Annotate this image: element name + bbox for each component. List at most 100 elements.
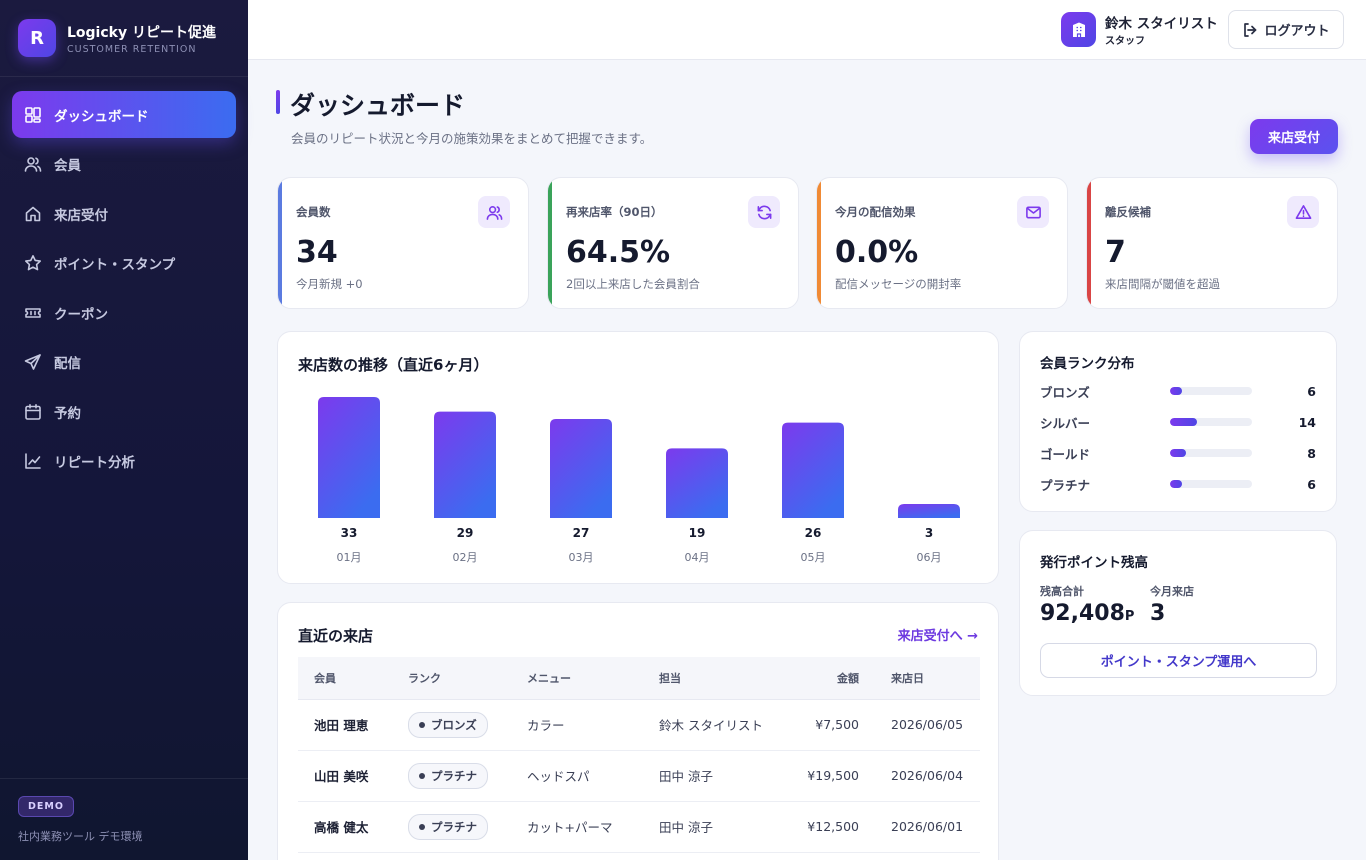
stat-value: 64.5% <box>566 235 671 270</box>
stat-label: 再来店率（90日） <box>566 205 663 219</box>
amount: ¥12,500 <box>783 801 875 853</box>
rank-name: シルバー <box>1040 415 1091 431</box>
balance-label: 残高合計 <box>1040 585 1084 598</box>
sidebar-item-dashboard[interactable]: ダッシュボード <box>12 91 236 138</box>
rank-bar-fill <box>1170 480 1182 488</box>
refresh-icon <box>748 196 780 228</box>
recent-visits-title: 直近の来店 <box>298 627 374 645</box>
x-tick-label: 05月 <box>801 551 826 564</box>
building-icon <box>1072 22 1085 37</box>
home-icon <box>24 205 42 223</box>
table-row[interactable]: 池田 理恵 ブロンズ カラー 鈴木 スタイリスト ¥7,500 2026/06/… <box>298 699 980 751</box>
x-tick-label: 01月 <box>337 551 362 564</box>
checkin-button[interactable]: 来店受付 <box>1250 119 1338 154</box>
sidebar-item-delivery[interactable]: 配信 <box>12 339 236 386</box>
avatar <box>1061 12 1096 47</box>
users-icon <box>24 155 42 173</box>
amount: ¥7,500 <box>783 699 875 751</box>
x-tick-label: 03月 <box>569 551 594 564</box>
rank-bar <box>1170 449 1252 457</box>
column-header: 会員 <box>298 657 392 700</box>
sidebar-item-analytics[interactable]: リピート分析 <box>12 438 236 485</box>
balance-unit: P <box>1124 609 1135 624</box>
column-header: ランク <box>392 657 511 700</box>
sidebar-item-label: 来店受付 <box>54 207 108 224</box>
bar-value-label: 29 <box>457 526 474 540</box>
x-tick-label: 02月 <box>453 551 478 564</box>
menu: ヘッドスパ <box>511 750 643 802</box>
stat-value: 7 <box>1105 235 1126 270</box>
stat-card-churn-risk: 離反候補 7 来店間隔が閾値を超過 <box>1086 177 1338 309</box>
demo-text: 社内業務ツール デモ環境 <box>18 830 143 843</box>
bar-value-label: 3 <box>925 526 933 540</box>
sidebar-item-reservations[interactable]: 予約 <box>12 388 236 435</box>
bar-value-label: 26 <box>805 526 822 540</box>
brand[interactable]: R Logicky リピート促進 CUSTOMER RETENTION <box>0 0 248 77</box>
amount: ¥19,500 <box>783 750 875 802</box>
logout-button[interactable]: ログアウト <box>1228 10 1344 49</box>
rank-count: 8 <box>1307 445 1316 461</box>
brand-name: Logicky リピート促進 <box>67 24 216 41</box>
menu: カット+パーマ <box>511 801 643 853</box>
table-row[interactable]: 高橋 健太 プラチナ カット+パーマ 田中 涼子 ¥12,500 2026/06… <box>298 801 980 853</box>
points-title: 発行ポイント残高 <box>1040 555 1148 571</box>
sidebar-footer: DEMO 社内業務ツール デモ環境 <box>0 778 248 860</box>
column-header: 担当 <box>643 657 783 700</box>
user-menu[interactable]: 鈴木 スタイリスト スタッフ <box>1061 12 1218 47</box>
rank-distribution-panel: 会員ランク分布 ブロンズ 6 シルバー 14 ゴールド 8 プラチナ 6 <box>1019 331 1337 512</box>
rank-bar-fill <box>1170 449 1186 457</box>
sidebar-item-label: 会員 <box>54 158 81 174</box>
rank-bar-fill <box>1170 387 1182 395</box>
member-name: 山田 美咲 <box>298 750 392 802</box>
stat-label: 会員数 <box>296 205 331 219</box>
menu: カラー <box>511 699 643 751</box>
points-operation-button[interactable]: ポイント・スタンプ運用へ <box>1040 643 1317 678</box>
stat-label: 離反候補 <box>1105 205 1151 219</box>
stat-sub: 来店間隔が閾値を超過 <box>1105 277 1220 291</box>
rank-row-bronze: ブロンズ 6 <box>1040 381 1316 401</box>
member-name: 池田 理恵 <box>298 699 392 751</box>
sidebar-nav: ダッシュボード 会員 来店受付 ポイント・スタンプ クーポン 配信 予約 リピー… <box>0 77 248 501</box>
sidebar-item-coupons[interactable]: クーポン <box>12 289 236 336</box>
stat-sub: 配信メッセージの開封率 <box>835 277 962 291</box>
visit-date: 2026/06/04 <box>875 750 980 802</box>
bar-05月 <box>782 422 844 518</box>
ticket-icon <box>24 304 42 322</box>
sidebar-item-checkin[interactable]: 来店受付 <box>12 190 236 237</box>
visit-date: 2026/06/01 <box>875 801 980 853</box>
star-icon <box>24 254 42 272</box>
stat-card-return-rate: 再来店率（90日） 64.5% 2回以上来店した会員割合 <box>547 177 799 309</box>
rank-bar <box>1170 480 1252 488</box>
x-tick-label: 04月 <box>685 551 710 564</box>
sidebar-item-label: 配信 <box>54 356 81 372</box>
rank-name: ゴールド <box>1040 446 1091 462</box>
rank-row-silver: シルバー 14 <box>1040 412 1316 432</box>
sidebar-item-members[interactable]: 会員 <box>12 141 236 188</box>
rank-count: 6 <box>1307 476 1316 492</box>
bar-value-label: 27 <box>573 526 590 540</box>
table-row[interactable]: 山田 美咲 プラチナ ヘッドスパ 田中 涼子 ¥19,500 2026/06/0… <box>298 750 980 802</box>
month-visits-value: 3 <box>1150 601 1166 626</box>
chart-line-icon <box>24 452 42 470</box>
sidebar-item-points[interactable]: ポイント・スタンプ <box>12 240 236 287</box>
visit-date: 2026/06/05 <box>875 699 980 751</box>
sidebar-item-label: クーポン <box>54 306 108 323</box>
rank-bar <box>1170 387 1252 395</box>
checkin-link[interactable]: 来店受付へ → <box>898 625 978 644</box>
page-title: ダッシュボード <box>290 91 466 120</box>
column-header: メニュー <box>511 657 643 700</box>
bar-02月 <box>434 411 496 518</box>
sidebar-item-label: ポイント・スタンプ <box>54 257 176 273</box>
bar-01月 <box>318 397 380 518</box>
column-header: 来店日 <box>875 657 980 700</box>
stat-card-delivery-effect: 今月の配信効果 0.0% 配信メッセージの開封率 <box>816 177 1068 309</box>
rank-title: 会員ランク分布 <box>1040 356 1135 372</box>
stat-value: 0.0% <box>835 235 919 270</box>
rank-bar-fill <box>1170 418 1198 426</box>
user-role: スタッフ <box>1105 36 1145 47</box>
calendar-icon <box>24 403 42 421</box>
stat-sub: 今月新規 +0 <box>296 277 363 291</box>
member-name: 高橋 健太 <box>298 801 392 853</box>
staff: 鈴木 スタイリスト <box>643 699 783 751</box>
sidebar-item-label: ダッシュボード <box>54 108 149 125</box>
